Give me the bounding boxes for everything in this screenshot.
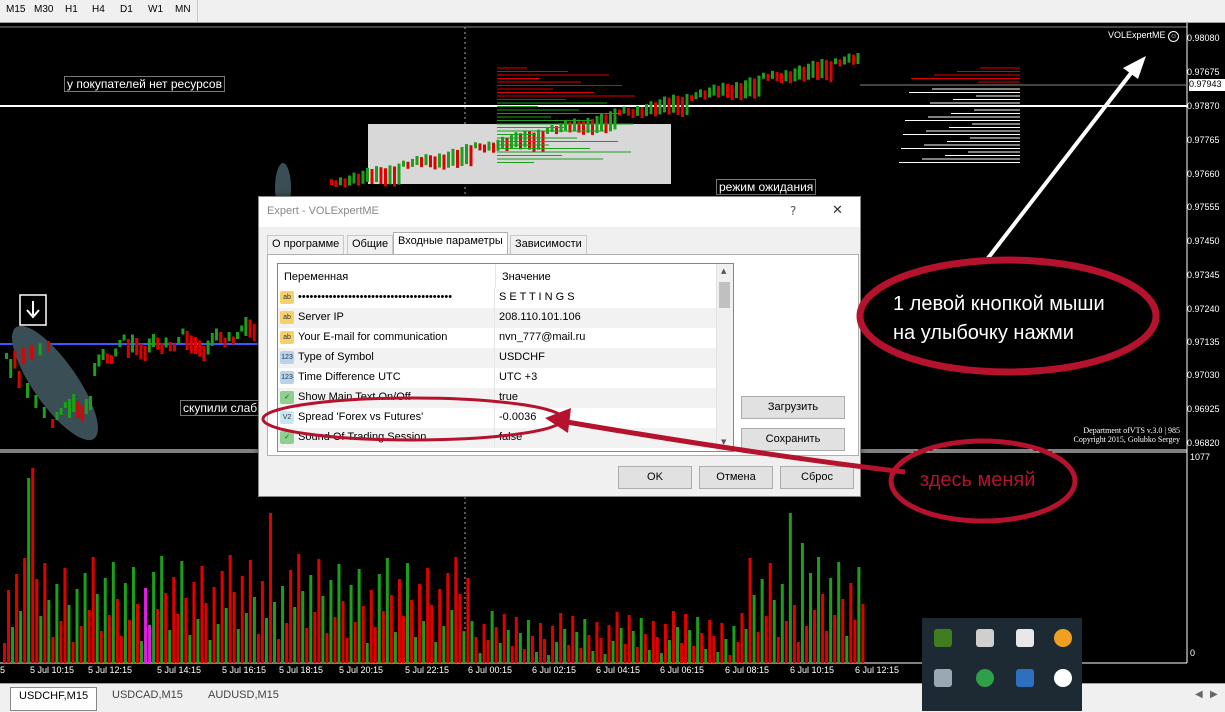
usb-drive-icon[interactable] [1016, 629, 1034, 647]
smile-hint: 1 левой кнопкой мыши на улыбочку нажми [893, 293, 1105, 344]
cloud-icon[interactable] [1054, 669, 1072, 687]
nvidia-icon[interactable] [934, 629, 952, 647]
change-here-label: здесь меняй [920, 469, 1036, 491]
printer-icon[interactable] [976, 629, 994, 647]
sync-icon[interactable] [976, 669, 994, 687]
alert-icon[interactable] [1054, 629, 1072, 647]
app-icon[interactable] [1016, 669, 1034, 687]
network-icon[interactable] [934, 669, 952, 687]
system-tray-popup [922, 618, 1082, 711]
annotation-overlay [261, 56, 1160, 524]
